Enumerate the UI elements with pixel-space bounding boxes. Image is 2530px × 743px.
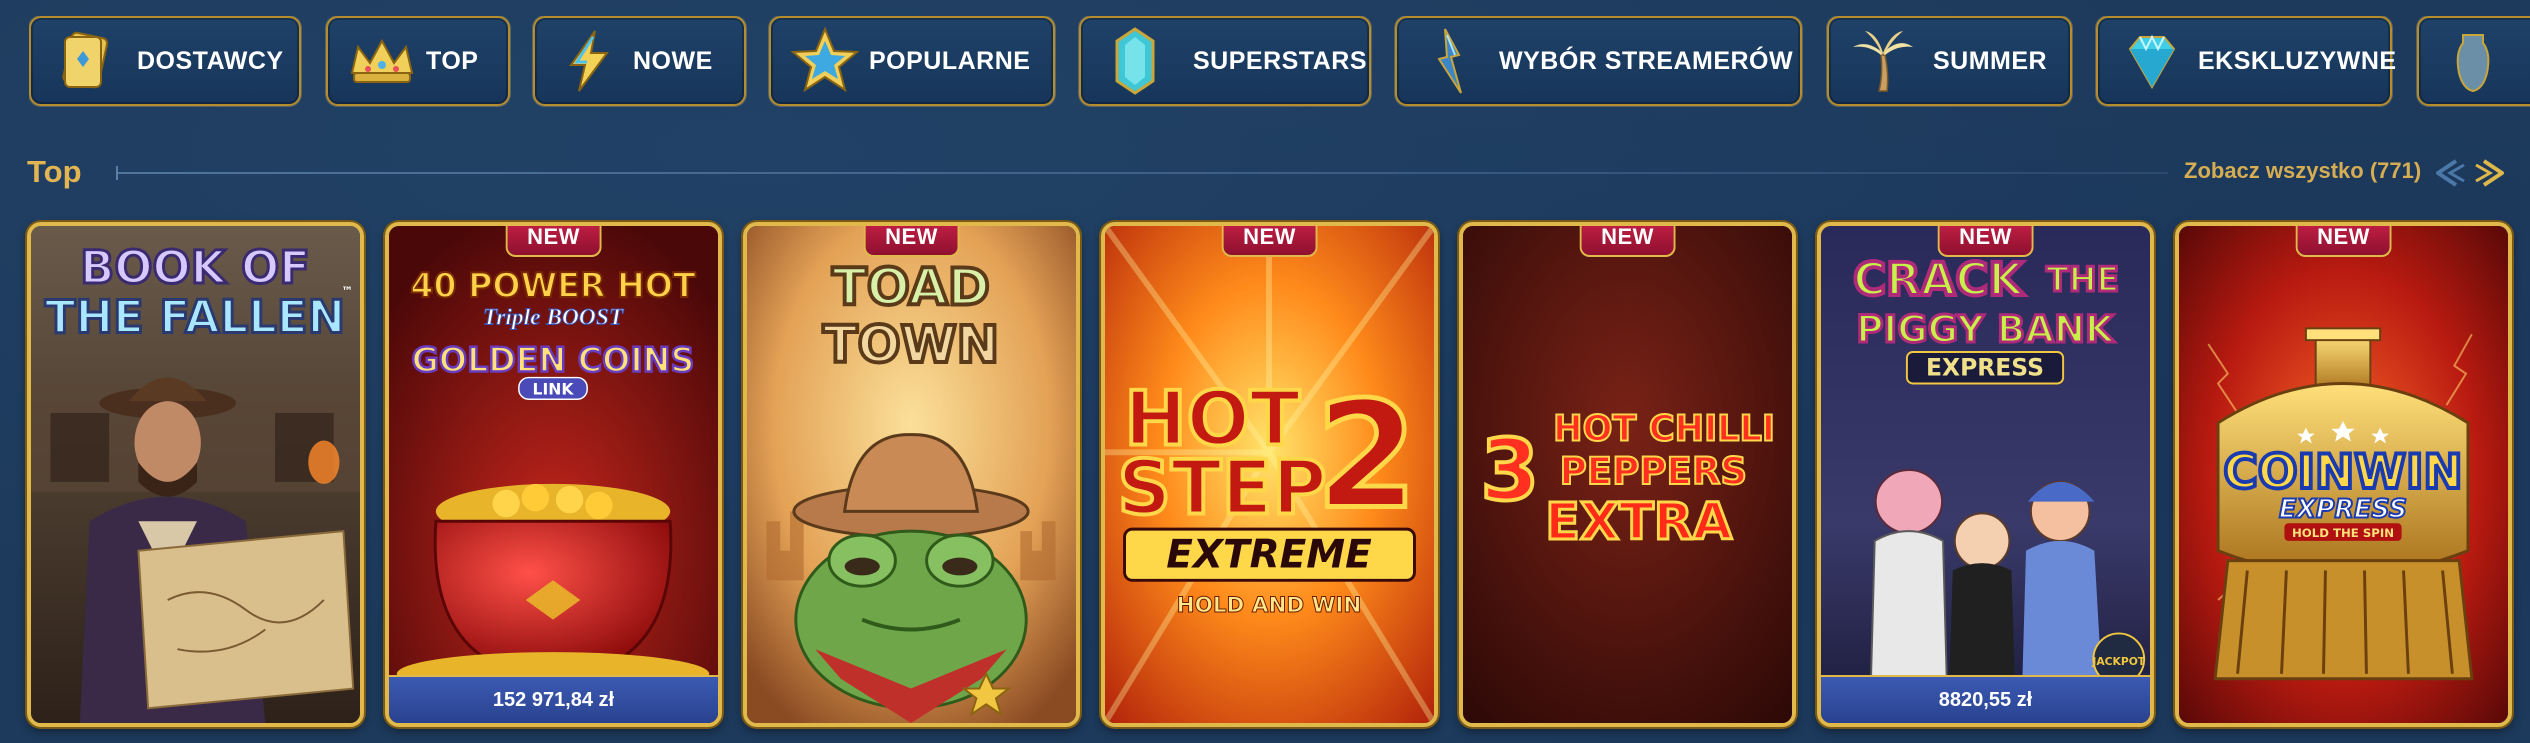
game-title-line1b: CHILLI — [1649, 408, 1775, 449]
category-label: DOSTAWCY — [137, 46, 284, 75]
game-title-line4: HOLD AND WIN — [1177, 593, 1362, 618]
section-title: Top — [27, 154, 82, 189]
category-popularne[interactable]: POPULARNE — [769, 16, 1055, 106]
lightning-icon — [569, 30, 609, 92]
game-title-line4: LINK — [533, 379, 575, 398]
game-title-number: 3 — [1481, 421, 1539, 519]
game-title-line3: GOLDEN COINS — [412, 341, 695, 380]
game-title-line3: EXPRESS — [1926, 354, 2044, 382]
see-all-link[interactable]: Zobacz wszystko (771) — [2184, 158, 2421, 184]
game-title-line1: TOAD — [832, 259, 990, 318]
game-title-line1: COINWIN — [2223, 445, 2462, 500]
game-title-line1: CRACK — [1853, 253, 2025, 306]
game-title-line3: EXTREME — [1166, 532, 1372, 577]
game-card-crack-the-piggy-bank-express[interactable]: NEW CRACK THE PIGGY BANK EXPRESS JACKPOT — [1817, 222, 2154, 727]
game-title-line2: Triple BOOST — [483, 304, 625, 330]
diamond-icon — [2128, 34, 2176, 89]
category-nowe[interactable]: NOWE — [533, 16, 746, 106]
vase-icon — [2456, 34, 2490, 93]
games-carousel: BOOK OF THE FALLEN ™ NEW 40 POWER HOT Tr… — [27, 222, 2530, 743]
game-title-line3: HOLD THE SPIN — [2292, 526, 2394, 540]
new-badge: NEW — [1579, 226, 1676, 257]
crystal-icon — [1115, 27, 1155, 95]
section-divider — [118, 172, 2168, 174]
category-label: SUMMER — [1933, 46, 2048, 75]
category-label: EKSKLUZYWNE — [2198, 46, 2397, 75]
new-badge: NEW — [2295, 226, 2392, 257]
category-dostawcy[interactable]: DOSTAWCY — [29, 16, 301, 106]
category-ekskluzywne[interactable]: EKSKLUZYWNE — [2096, 16, 2396, 106]
new-badge: NEW — [863, 226, 960, 257]
category-label: POPULARNE — [869, 46, 1031, 75]
category-label: TOP — [426, 46, 479, 75]
game-title-line2: EXPRESS — [2279, 494, 2407, 524]
bolt-crystal-icon — [1437, 28, 1462, 94]
game-card-book-of-the-fallen[interactable]: BOOK OF THE FALLEN ™ — [27, 222, 364, 727]
game-artwork: TOAD TOWN — [747, 226, 1076, 723]
game-card-hot-step-2[interactable]: NEW HOT STEP 2 EXTREME HOLD AND WIN — [1101, 222, 1438, 727]
game-artwork: COINWIN EXPRESS HOLD THE SPIN — [2179, 226, 2508, 723]
game-artwork: HOT STEP 2 EXTREME HOLD AND WIN — [1105, 226, 1434, 723]
game-artwork: BOOK OF THE FALLEN ™ — [31, 226, 360, 723]
game-card-40-power-hot[interactable]: NEW 40 POWER HOT Triple BOOST GOLDEN COI… — [385, 222, 722, 727]
game-card-coinwin-express[interactable]: NEW COINWIN EXPRESS HOLD THE SPIN — [2175, 222, 2512, 727]
category-label: SUPERSTARS — [1193, 46, 1368, 75]
game-card-toad-town[interactable]: NEW TOAD TOWN — [743, 222, 1080, 727]
jackpot-amount: 8820,55 zł — [1821, 675, 2150, 723]
game-title-line3: EXTRA — [1545, 493, 1732, 552]
category-label: WYBÓR STREAMERÓW — [1499, 46, 1794, 75]
star-icon — [790, 26, 860, 93]
game-title-line2: STEP — [1118, 444, 1327, 531]
category-summer[interactable]: SUMMER — [1827, 16, 2072, 106]
category-label: NOWE — [633, 46, 713, 75]
card-deck-icon — [62, 31, 109, 89]
game-card-3-hot-chilli-peppers-extra[interactable]: NEW 3 HOT CHILLI PEPPERS EXTRA — [1459, 222, 1796, 727]
new-badge: NEW — [1221, 226, 1318, 257]
game-title-line1: 40 POWER HOT — [410, 266, 695, 305]
category-nav: DOSTAWCY TOP NOWE POPULARNE SUPERSTARS W… — [29, 16, 2530, 110]
category-partial[interactable] — [2417, 16, 2530, 106]
palm-tree-icon — [1853, 31, 1913, 92]
new-badge: NEW — [505, 226, 602, 257]
trademark: ™ — [341, 284, 353, 298]
jackpot-amount: 152 971,84 zł — [389, 675, 718, 723]
carousel-arrows — [2436, 159, 2504, 187]
game-title-line2: THE FALLEN — [45, 290, 345, 343]
category-wybor-streamerow[interactable]: WYBÓR STREAMERÓW — [1395, 16, 1802, 106]
category-top[interactable]: TOP — [326, 16, 510, 106]
game-title-line1: BOOK OF — [80, 241, 310, 294]
game-title-line1b: THE — [2046, 260, 2119, 299]
next-arrow-icon[interactable] — [2475, 159, 2504, 187]
new-badge: NEW — [1937, 226, 2034, 257]
jackpot-emblem-text: JACKPOT — [2091, 655, 2145, 668]
game-title-line2: PIGGY BANK — [1856, 307, 2115, 351]
game-title-number: 2 — [1316, 370, 1418, 542]
game-title-line2: TOWN — [823, 316, 999, 375]
game-artwork: 40 POWER HOT Triple BOOST GOLDEN COINS L… — [389, 226, 718, 723]
game-title-line1: HOT — [1553, 408, 1636, 449]
game-title-line2: PEPPERS — [1560, 449, 1747, 493]
crown-icon — [350, 38, 414, 83]
prev-arrow-icon[interactable] — [2436, 159, 2465, 187]
game-artwork: 3 HOT CHILLI PEPPERS EXTRA — [1463, 226, 1792, 723]
game-artwork: CRACK THE PIGGY BANK EXPRESS JACKPOT — [1821, 226, 2150, 723]
category-superstars[interactable]: SUPERSTARS — [1079, 16, 1371, 106]
